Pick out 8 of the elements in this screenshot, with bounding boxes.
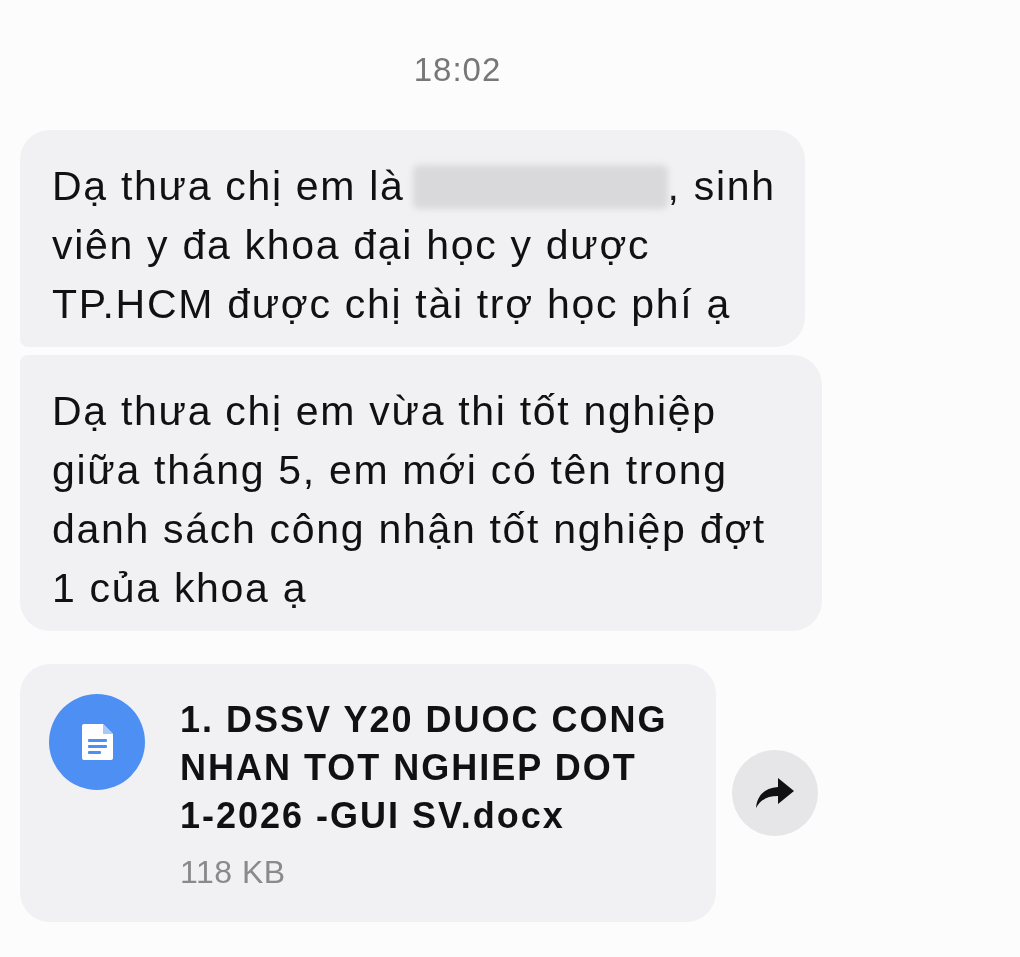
file-name: 1. DSSV Y20 DUOC CONG NHAN TOT NGHIEP DOT 1-2026 -GUI SV.docx [180, 698, 669, 838]
message-text: Dạ thưa chị em là , sinh viên y đa khoa đại học y dược TP.HCM được chị tài trợ học phí ạ [52, 162, 777, 329]
forward-arrow-icon [756, 778, 794, 808]
document-icon [49, 694, 145, 790]
timestamp: 18:02 [413, 50, 502, 90]
file-size: 118 KB [180, 853, 287, 892]
file-attachment-bubble[interactable]: 1. DSSV Y20 DUOC CONG NHAN TOT NGHIEP DOT 1-2026 -GUI SV.docx 118 KB [20, 664, 716, 922]
message-text: Dạ thưa chị em vừa thi tốt nghiệp giữa tháng 5, em mới có tên trong danh sách công nhận tốt nghiệp đợt 1 của khoa ạ [52, 387, 767, 613]
